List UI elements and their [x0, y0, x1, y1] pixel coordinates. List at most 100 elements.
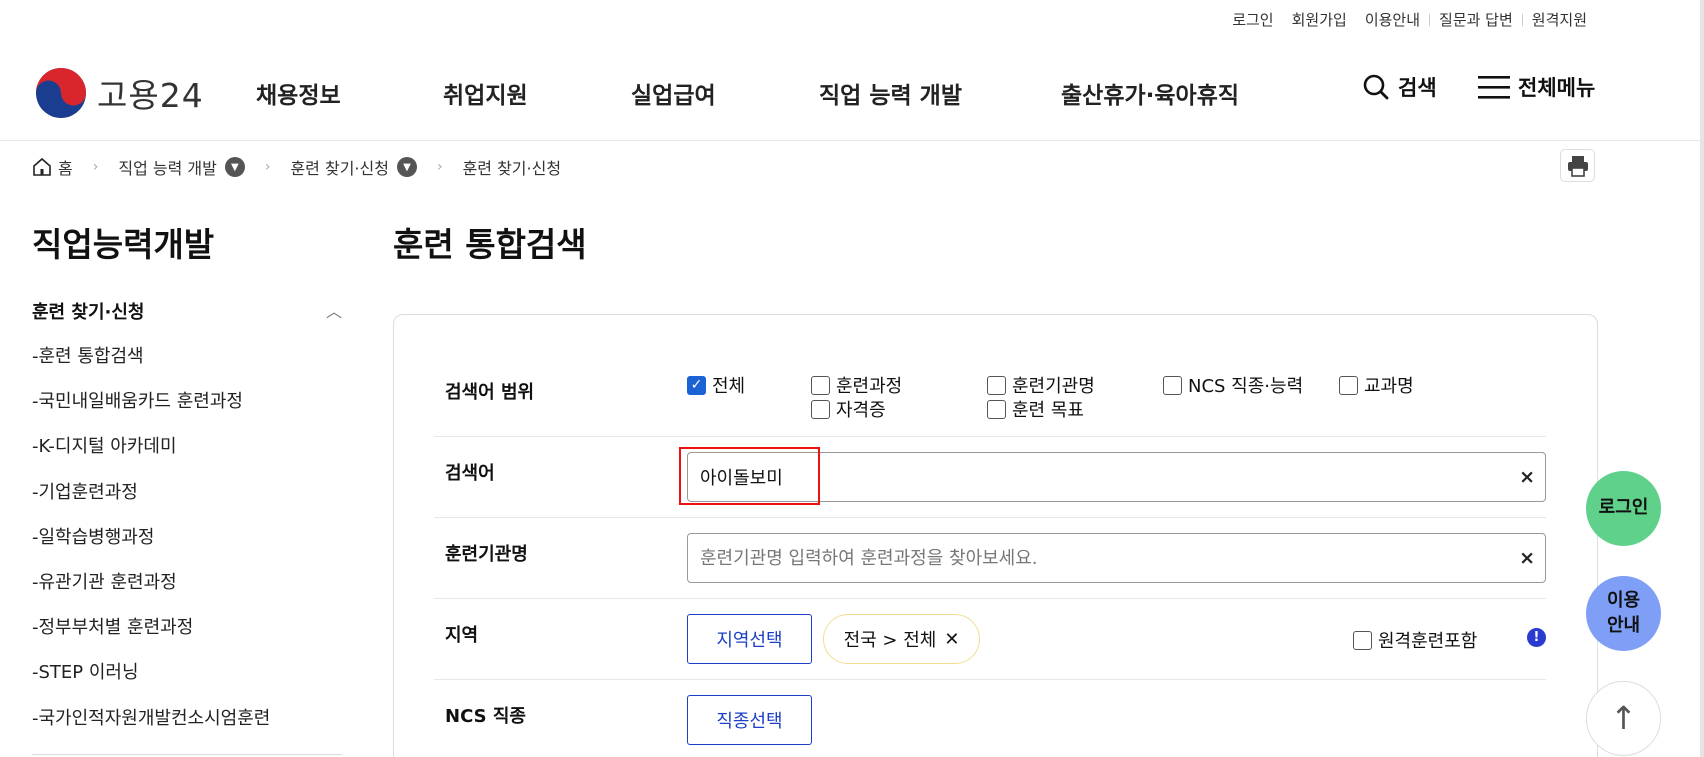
- sidebar-item-work-study[interactable]: -일학습병행과정: [32, 523, 270, 568]
- search-button[interactable]: 검색: [1362, 72, 1437, 102]
- menu-item-parental-leave[interactable]: 출산휴가·육아휴직: [1061, 76, 1239, 110]
- checkbox-label: 훈련기관명: [1012, 376, 1095, 397]
- util-remote-support-link[interactable]: 원격지원: [1523, 9, 1596, 30]
- printer-icon: [1567, 155, 1588, 177]
- guide-label-line2: 안내: [1606, 614, 1641, 636]
- region-chip-label: 전국 > 전체: [843, 630, 937, 651]
- region-select-button[interactable]: 지역선택: [687, 614, 812, 664]
- sidebar-item-naeil-card[interactable]: -국민내일배움카드 훈련과정: [32, 387, 270, 432]
- scrollbar[interactable]: [1700, 0, 1704, 757]
- divider: [434, 436, 1546, 437]
- scope-all-checkbox[interactable]: ✓ 전체: [687, 372, 745, 398]
- institution-input[interactable]: [688, 534, 1488, 582]
- checkbox-label: 원격훈련포함: [1378, 631, 1478, 652]
- sidebar-item-integrated-search[interactable]: -훈련 통합검색: [32, 342, 270, 387]
- util-signup-link[interactable]: 회원가입: [1283, 9, 1356, 30]
- sidebar-item-consortium[interactable]: -국가인적자원개발컨소시엄훈련: [32, 704, 270, 749]
- all-menu-button[interactable]: 전체메뉴: [1478, 72, 1595, 102]
- search-icon: [1363, 74, 1389, 100]
- menu-item-vocational-training[interactable]: 직업 능력 개발: [819, 76, 962, 110]
- checkbox-label: 훈련과정: [836, 376, 903, 397]
- breadcrumb-level2-label: 훈련 찾기·신청: [290, 159, 389, 178]
- util-guide-link[interactable]: 이용안내: [1356, 9, 1429, 30]
- all-menu-label: 전체메뉴: [1518, 76, 1596, 100]
- chevron-right-icon: ›: [436, 159, 443, 175]
- checkbox-label: 자격증: [836, 400, 886, 421]
- breadcrumb: 홈 › 직업 능력 개발 ▼ › 훈련 찾기·신청 ▼ › 훈련 찾기·신청: [32, 155, 561, 179]
- institution-label: 훈련기관명: [445, 544, 528, 565]
- remote-training-checkbox[interactable]: 원격훈련포함: [1353, 627, 1477, 653]
- sidebar-item-related-agency[interactable]: -유관기관 훈련과정: [32, 568, 270, 613]
- scope-certificate-checkbox[interactable]: 자격증: [811, 396, 886, 422]
- checkbox-label: 훈련 목표: [1012, 400, 1084, 421]
- scroll-top-button[interactable]: ↑: [1586, 681, 1661, 756]
- floating-guide-button[interactable]: 이용 안내: [1586, 576, 1661, 651]
- checkbox-label: 전체: [712, 376, 746, 397]
- institution-field: ×: [687, 533, 1546, 583]
- breadcrumb-level1-label: 직업 능력 개발: [118, 159, 217, 178]
- scope-ncs-checkbox[interactable]: NCS 직종·능력: [1163, 372, 1303, 398]
- sidebar-item-ministry[interactable]: -정부부처별 훈련과정: [32, 613, 270, 658]
- close-icon[interactable]: ×: [1519, 547, 1535, 569]
- util-login-link[interactable]: 로그인: [1223, 9, 1282, 30]
- hamburger-icon: [1478, 76, 1510, 99]
- scope-goal-checkbox[interactable]: 훈련 목표: [987, 396, 1084, 422]
- checkbox-label: NCS 직종·능력: [1188, 376, 1304, 397]
- divider: [434, 679, 1546, 680]
- checkbox-icon: [1353, 630, 1372, 650]
- arrow-up-icon: ↑: [1610, 698, 1637, 737]
- floating-login-button[interactable]: 로그인: [1586, 471, 1661, 546]
- divider: [434, 517, 1546, 518]
- sidebar-title: 직업능력개발: [32, 225, 215, 264]
- checkbox-icon: [987, 375, 1006, 395]
- home-icon: [33, 157, 51, 176]
- page-title: 훈련 통합검색: [393, 225, 587, 264]
- util-qna-link[interactable]: 질문과 답변: [1430, 9, 1522, 30]
- close-icon[interactable]: ×: [1519, 466, 1535, 488]
- region-chip: 전국 > 전체 ✕: [823, 614, 980, 664]
- sidebar-item-enterprise[interactable]: -기업훈련과정: [32, 478, 270, 523]
- site-logo[interactable]: 고용24: [34, 66, 204, 120]
- annotation-highlight-box: [679, 447, 820, 505]
- keyword-label: 검색어: [445, 463, 495, 484]
- ncs-label: NCS 직종: [445, 706, 526, 727]
- dropdown-arrow-icon[interactable]: ▼: [224, 157, 245, 177]
- utility-nav: 로그인 회원가입 이용안내 질문과 답변 원격지원: [1223, 9, 1596, 30]
- chevron-up-icon[interactable]: ︿: [326, 298, 342, 324]
- sidebar-section-label: 훈련 찾기·신청: [32, 302, 145, 323]
- breadcrumb-home[interactable]: 홈: [32, 155, 73, 179]
- checkbox-icon: [987, 399, 1006, 419]
- chevron-right-icon: ›: [92, 159, 99, 175]
- scope-institution-checkbox[interactable]: 훈련기관명: [987, 372, 1095, 398]
- menu-item-unemployment-benefit[interactable]: 실업급여: [631, 76, 716, 110]
- breadcrumb-level2[interactable]: 훈련 찾기·신청 ▼: [290, 155, 417, 179]
- sidebar-list: -훈련 통합검색 -국민내일배움카드 훈련과정 -K-디지털 아카데미 -기업훈…: [32, 342, 270, 749]
- taegeuk-logo-icon: [36, 68, 86, 118]
- region-label: 지역: [445, 625, 479, 646]
- breadcrumb-level1[interactable]: 직업 능력 개발 ▼: [118, 155, 245, 179]
- breadcrumb-current: 훈련 찾기·신청: [462, 159, 562, 178]
- sidebar-item-k-digital[interactable]: -K-디지털 아카데미: [32, 432, 270, 477]
- remove-chip-icon[interactable]: ✕: [944, 629, 959, 650]
- info-icon[interactable]: !: [1527, 628, 1546, 647]
- menu-item-jobs[interactable]: 채용정보: [256, 76, 341, 110]
- checkbox-icon: [1339, 375, 1358, 395]
- ncs-select-button[interactable]: 직종선택: [687, 695, 812, 745]
- dropdown-arrow-icon[interactable]: ▼: [396, 157, 417, 177]
- checkbox-checked-icon: ✓: [687, 375, 706, 395]
- sidebar-item-step[interactable]: -STEP 이러닝: [32, 658, 270, 703]
- scope-course-checkbox[interactable]: 훈련과정: [811, 372, 902, 398]
- chevron-right-icon: ›: [264, 159, 271, 175]
- checkbox-icon: [811, 375, 830, 395]
- print-button[interactable]: [1560, 149, 1595, 182]
- scope-subject-checkbox[interactable]: 교과명: [1339, 372, 1414, 398]
- global-nav: 고용24 채용정보 취업지원 실업급여 직업 능력 개발 출산휴가·육아휴직 검…: [0, 54, 1704, 130]
- checkbox-icon: [1163, 375, 1182, 395]
- divider: [32, 754, 342, 755]
- logo-text: 고용24: [97, 76, 204, 115]
- guide-label-line1: 이용: [1606, 590, 1641, 612]
- sidebar-section-header[interactable]: 훈련 찾기·신청 ︿: [32, 298, 342, 324]
- checkbox-label: 교과명: [1364, 376, 1414, 397]
- divider: [0, 140, 1704, 141]
- menu-item-employment-support[interactable]: 취업지원: [443, 76, 528, 110]
